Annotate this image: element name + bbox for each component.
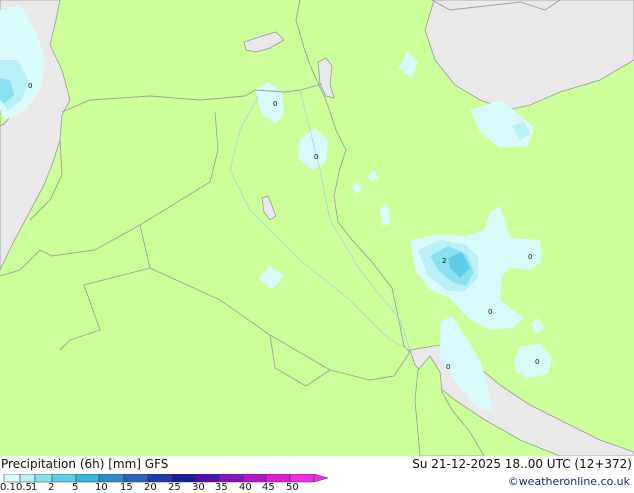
- scale-swatch: [218, 474, 244, 483]
- scale-tick-label: 0.1: [0, 482, 16, 493]
- scale-tick-label: 20: [144, 482, 157, 493]
- precip-label: 0: [273, 100, 277, 108]
- scale-swatch: [19, 474, 36, 483]
- scale-swatch: [123, 474, 149, 483]
- forecast-datetime: Su 21-12-2025 18..00 UTC (12+372): [412, 457, 632, 471]
- legend-title: Precipitation (6h) [mm] GFS: [1, 457, 169, 471]
- precip-label: 0: [314, 153, 318, 161]
- scale-swatch: [34, 474, 53, 483]
- precip-label: 0: [535, 358, 539, 366]
- scale-tick-label: 25: [168, 482, 181, 493]
- scale-tick-label: 10: [95, 482, 108, 493]
- precip-label: 0: [488, 308, 492, 316]
- scale-tick-label: 0.5: [16, 482, 32, 493]
- credit-link[interactable]: ©weatheronline.co.uk: [508, 475, 630, 488]
- precip-label: 0: [528, 253, 532, 261]
- precipitation-map[interactable]: 0 0 0 2 0 0 0 0: [0, 0, 634, 456]
- scale-swatch: [75, 474, 100, 483]
- scale-tick-label: 30: [192, 482, 205, 493]
- scale-swatch: [289, 474, 315, 483]
- scale-swatch: [195, 474, 220, 483]
- scale-tick-label: 1: [31, 482, 38, 493]
- map-canvas: 0 0 0 2 0 0 0 0: [0, 0, 634, 456]
- scale-swatch: [242, 474, 267, 483]
- scale-tick-label: 15: [120, 482, 133, 493]
- scale-swatch: [98, 474, 125, 483]
- scale-tick-label: 50: [286, 482, 299, 493]
- scale-arrow: [313, 474, 329, 483]
- scale-swatch: [51, 474, 77, 483]
- precip-label: 0: [28, 82, 32, 90]
- scale-swatch: [265, 474, 291, 483]
- scale-swatch: [3, 474, 21, 483]
- scale-tick-label: 40: [239, 482, 252, 493]
- scale-swatch: [147, 474, 173, 483]
- legend-bar: Precipitation (6h) [mm] GFS Su 21-12-202…: [0, 456, 634, 493]
- scale-tick-label: 5: [72, 482, 79, 493]
- scale-tick-label: 2: [48, 482, 55, 493]
- scale-tick-label: 45: [262, 482, 275, 493]
- scale-swatch: [171, 474, 197, 483]
- precip-label: 2: [442, 257, 446, 265]
- scale-tick-label: 35: [215, 482, 228, 493]
- precip-label: 0: [446, 363, 450, 371]
